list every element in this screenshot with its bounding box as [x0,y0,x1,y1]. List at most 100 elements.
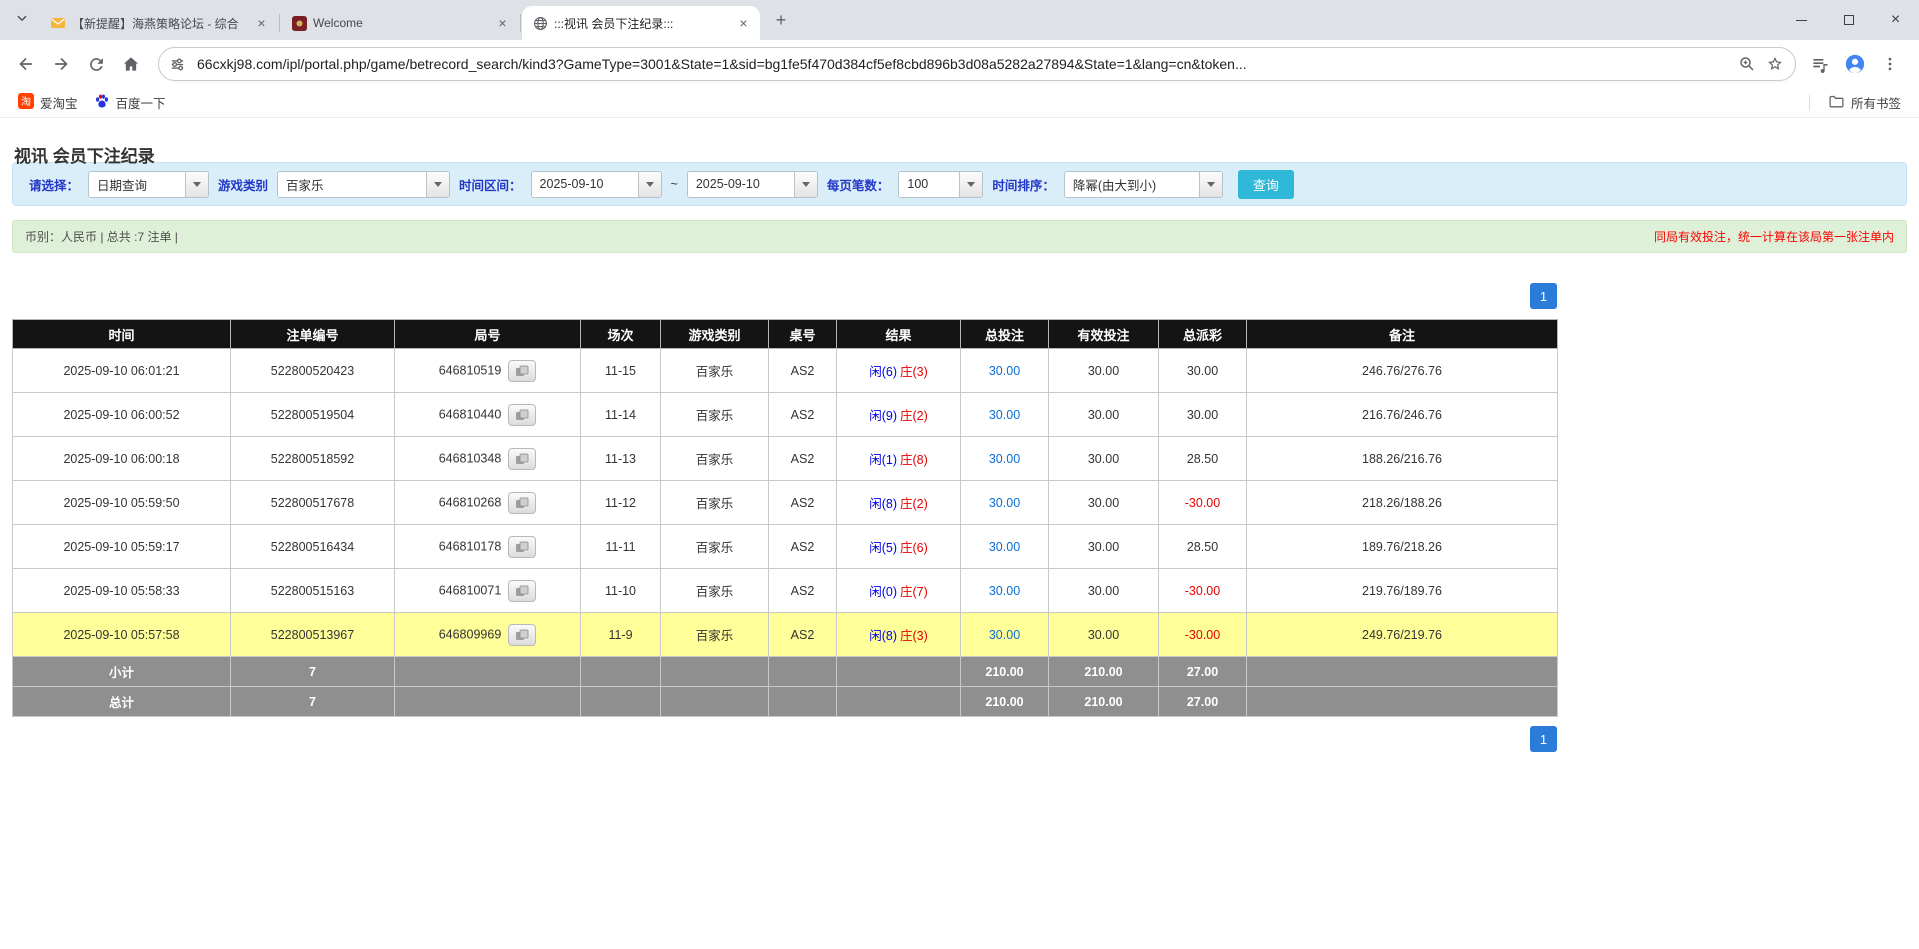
bookmark-baidu[interactable]: 百度一下 [86,90,174,115]
total-bet-link[interactable]: 30.00 [989,496,1020,510]
welcome-favicon-icon [291,15,307,31]
maximize-button[interactable] [1825,0,1872,40]
search-button[interactable]: 查询 [1238,170,1294,199]
page-1-button[interactable]: 1 [1530,726,1557,752]
date-to-select[interactable] [687,171,818,198]
view-round-button[interactable] [508,536,536,558]
tab-search-button[interactable] [8,6,36,34]
cell-valid-bet: 30.00 [1049,613,1159,657]
address-bar[interactable]: 66cxkj98.com/ipl/portal.php/game/betreco… [158,47,1796,81]
chevron-down-icon[interactable] [794,172,817,197]
cell-bet-id: 522800517678 [231,481,395,525]
cell-payout: -30.00 [1159,613,1247,657]
reload-button[interactable] [80,48,112,80]
cell-bet-id: 522800520423 [231,349,395,393]
page-1-button[interactable]: 1 [1530,283,1557,309]
zoom-button[interactable] [1733,50,1761,78]
cell-result: 闲(5)庄(6) [837,525,961,569]
page-size-input[interactable] [899,172,959,197]
table-row: 2025-09-10 06:00:52 522800519504 6468104… [13,393,1558,437]
total-total-bet: 210.00 [961,687,1049,717]
view-round-button[interactable] [508,492,536,514]
baidu-paw-icon [94,93,110,112]
tab-close-icon[interactable]: × [253,15,270,32]
chevron-down-icon[interactable] [185,172,208,197]
view-round-button[interactable] [508,448,536,470]
date-from-select[interactable] [531,171,662,198]
game-type-input[interactable] [278,172,426,197]
total-bet-link[interactable]: 30.00 [989,364,1020,378]
cell-session: 11-11 [581,525,661,569]
total-bet-link[interactable]: 30.00 [989,452,1020,466]
tab-forum[interactable]: 【新提醒】海燕策略论坛 - 综合 × [40,6,278,40]
result-banker: 庄(2) [900,497,928,511]
tab-bet-records-active[interactable]: :::视讯 会员下注纪录::: × [522,6,760,40]
tab-welcome[interactable]: Welcome × [281,6,519,40]
tab-title: :::视讯 会员下注纪录::: [554,15,729,32]
cell-payout: -30.00 [1159,481,1247,525]
column-header: 局号 [395,320,581,349]
playlist-icon [1810,54,1830,74]
back-button[interactable] [10,48,42,80]
chevron-down-icon[interactable] [638,172,661,197]
summary-currency-count: 币别：人民币 | 总共 :7 注单 | [25,228,178,245]
chevron-down-icon[interactable] [426,172,449,197]
view-round-button[interactable] [508,580,536,602]
cell-note: 216.76/246.76 [1247,393,1558,437]
cell-game-type: 百家乐 [661,349,769,393]
cell-note: 246.76/276.76 [1247,349,1558,393]
pagination-top: 1 [12,283,1557,309]
new-tab-button[interactable]: + [768,7,794,33]
home-button[interactable] [115,48,147,80]
page-content: 视讯 会员下注纪录 请选择： 游戏类别 时间区间： ~ 每页笔数： [0,118,1919,752]
sort-input[interactable] [1065,172,1199,197]
view-round-button[interactable] [508,404,536,426]
view-round-button[interactable] [508,360,536,382]
query-type-select[interactable] [88,171,209,198]
bookmark-taobao[interactable]: 淘 爱淘宝 [10,90,86,115]
query-type-input[interactable] [89,172,185,197]
cell-table-no: AS2 [769,349,837,393]
site-info-button[interactable] [163,50,191,78]
reload-icon [87,55,106,74]
url-text[interactable]: 66cxkj98.com/ipl/portal.php/game/betreco… [197,56,1733,72]
profile-avatar[interactable] [1839,48,1871,80]
cell-time: 2025-09-10 06:01:21 [13,349,231,393]
minimize-button[interactable] [1778,0,1825,40]
result-player: 闲(8) [869,629,897,643]
total-bet-link[interactable]: 30.00 [989,628,1020,642]
forward-button[interactable] [45,48,77,80]
result-banker: 庄(8) [900,453,928,467]
page-size-select[interactable] [898,171,983,198]
sort-select[interactable] [1064,171,1223,198]
bookmark-star-button[interactable] [1761,50,1789,78]
round-number: 646810268 [439,495,502,509]
date-from-input[interactable] [532,172,638,197]
tab-close-icon[interactable]: × [735,15,752,32]
cell-game-type: 百家乐 [661,437,769,481]
sort-label: 时间排序： [992,175,1055,194]
media-controls-button[interactable] [1804,48,1836,80]
arrow-left-icon [16,54,36,74]
browser-menu-button[interactable] [1874,48,1906,80]
game-type-select[interactable] [277,171,450,198]
cell-note: 188.26/216.76 [1247,437,1558,481]
cell-valid-bet: 30.00 [1049,437,1159,481]
total-bet-link[interactable]: 30.00 [989,540,1020,554]
cell-table-no: AS2 [769,393,837,437]
subtotal-total-bet: 210.00 [961,657,1049,687]
subtotal-row: 小计 7 210.00 210.00 27.00 [13,657,1558,687]
tab-title: Welcome [313,16,488,30]
view-round-button[interactable] [508,624,536,646]
tab-close-icon[interactable]: × [494,15,511,32]
total-bet-link[interactable]: 30.00 [989,408,1020,422]
cell-bet-id: 522800516434 [231,525,395,569]
chevron-down-icon[interactable] [959,172,982,197]
cell-round: 646810071 [395,569,581,613]
all-bookmarks-button[interactable]: 所有书签 [1820,90,1909,116]
date-to-input[interactable] [688,172,794,197]
total-bet-link[interactable]: 30.00 [989,584,1020,598]
close-window-button[interactable]: × [1872,0,1919,40]
chevron-down-icon[interactable] [1199,172,1222,197]
empty-cell [581,687,661,717]
